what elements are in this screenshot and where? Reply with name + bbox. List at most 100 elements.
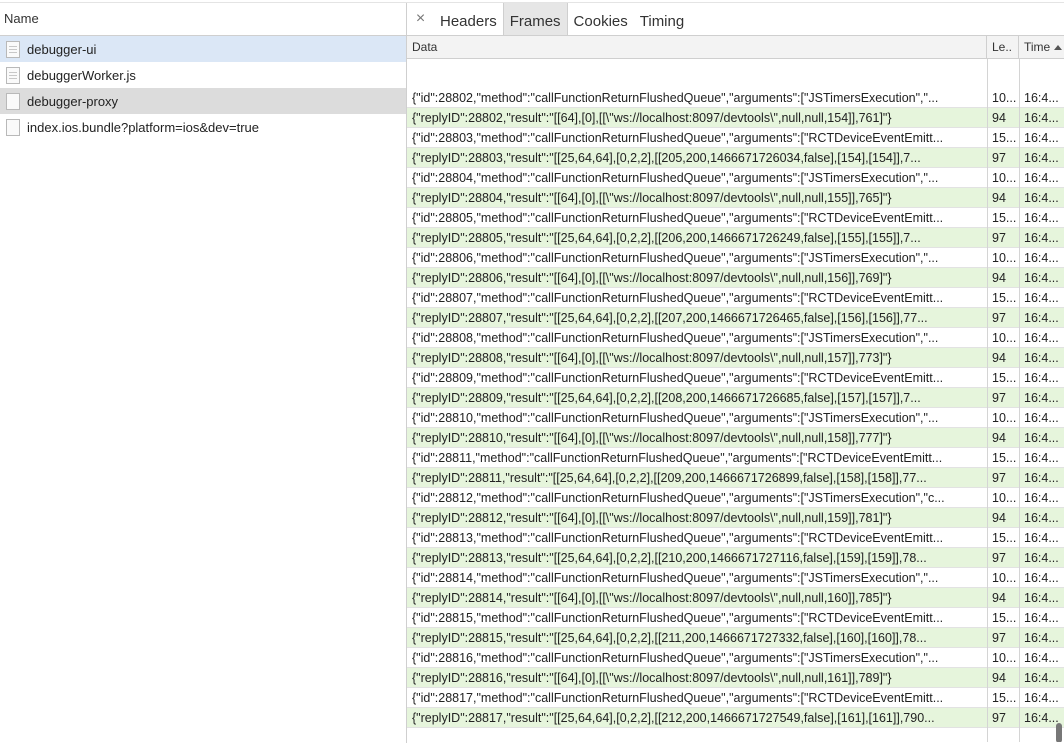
- frame-row[interactable]: {"replyID":28802,"result":"[[64],[0],[[\…: [407, 108, 1064, 128]
- frame-length-cell: 15...: [992, 611, 1017, 625]
- frame-data-cell: {"id":28812,"method":"callFunctionReturn…: [412, 491, 945, 505]
- frame-row[interactable]: {"replyID":28811,"result":"[[25,64,64],[…: [407, 468, 1064, 488]
- frame-row[interactable]: {"id":28805,"method":"callFunctionReturn…: [407, 208, 1064, 228]
- frame-row[interactable]: {"replyID":28809,"result":"[[25,64,64],[…: [407, 388, 1064, 408]
- frame-row[interactable]: {"id":28804,"method":"callFunctionReturn…: [407, 168, 1064, 188]
- name-column-header[interactable]: Name: [0, 3, 406, 36]
- frames-table-header: Data Le.. Time: [407, 36, 1064, 59]
- frame-row[interactable]: {"replyID":28814,"result":"[[64],[0],[[\…: [407, 588, 1064, 608]
- frame-row[interactable]: {"replyID":28813,"result":"[[25,64,64],[…: [407, 548, 1064, 568]
- frame-row[interactable]: {"id":28807,"method":"callFunctionReturn…: [407, 288, 1064, 308]
- frame-row[interactable]: {"replyID":28816,"result":"[[64],[0],[[\…: [407, 668, 1064, 688]
- frame-data-cell: {"replyID":28806,"result":"[[64],[0],[[\…: [412, 271, 892, 285]
- frame-length-cell: 97: [992, 311, 1006, 325]
- frame-data-cell: {"id":28811,"method":"callFunctionReturn…: [412, 451, 943, 465]
- length-column-header[interactable]: Le..: [987, 36, 1019, 58]
- frame-row[interactable]: {"replyID":28812,"result":"[[64],[0],[[\…: [407, 508, 1064, 528]
- frame-row[interactable]: {"id":28811,"method":"callFunctionReturn…: [407, 448, 1064, 468]
- frame-row[interactable]: {"replyID":28815,"result":"[[25,64,64],[…: [407, 628, 1064, 648]
- frame-time-cell: 16:4...: [1024, 631, 1059, 645]
- frame-data-cell: {"id":28814,"method":"callFunctionReturn…: [412, 571, 939, 585]
- frame-row[interactable]: {"id":28814,"method":"callFunctionReturn…: [407, 568, 1064, 588]
- frame-time-cell: 16:4...: [1024, 611, 1059, 625]
- frame-time-cell: 16:4...: [1024, 371, 1059, 385]
- sort-ascending-icon: [1054, 45, 1062, 50]
- frame-row[interactable]: {"id":28812,"method":"callFunctionReturn…: [407, 488, 1064, 508]
- frame-data-cell: {"id":28807,"method":"callFunctionReturn…: [412, 291, 944, 305]
- file-name: index.ios.bundle?platform=ios&dev=true: [27, 119, 259, 135]
- frame-length-cell: 15...: [992, 371, 1017, 385]
- frame-data-cell: {"id":28803,"method":"callFunctionReturn…: [412, 131, 944, 145]
- frame-row[interactable]: {"id":28802,"method":"callFunctionReturn…: [407, 88, 1064, 108]
- file-name: debugger-ui: [27, 41, 97, 57]
- frame-time-cell: 16:4...: [1024, 671, 1059, 685]
- frame-length-cell: 15...: [992, 291, 1017, 305]
- frame-time-cell: 16:4...: [1024, 171, 1059, 185]
- frame-data-cell: {"id":28809,"method":"callFunctionReturn…: [412, 371, 944, 385]
- frame-row[interactable]: {"replyID":28817,"result":"[[25,64,64],[…: [407, 708, 1064, 728]
- frame-data-cell: {"replyID":28814,"result":"[[64],[0],[[\…: [412, 591, 892, 605]
- frame-row[interactable]: {"replyID":28806,"result":"[[64],[0],[[\…: [407, 268, 1064, 288]
- frame-length-cell: 10...: [992, 171, 1017, 185]
- frames-table-body[interactable]: {"id":28802,"method":"callFunctionReturn…: [407, 59, 1064, 742]
- frame-time-cell: 16:4...: [1024, 591, 1059, 605]
- frame-length-cell: 10...: [992, 411, 1017, 425]
- file-item[interactable]: index.ios.bundle?platform=ios&dev=true: [0, 114, 406, 140]
- frame-data-cell: {"id":28806,"method":"callFunctionReturn…: [412, 251, 939, 265]
- frame-row[interactable]: {"replyID":28803,"result":"[[25,64,64],[…: [407, 148, 1064, 168]
- frame-length-cell: 94: [992, 431, 1006, 445]
- frame-length-cell: 94: [992, 671, 1006, 685]
- frame-row[interactable]: {"id":28809,"method":"callFunctionReturn…: [407, 368, 1064, 388]
- frame-row[interactable]: {"id":28806,"method":"callFunctionReturn…: [407, 248, 1064, 268]
- frame-time-cell: 16:4...: [1024, 211, 1059, 225]
- frame-time-cell: 16:4...: [1024, 551, 1059, 565]
- frame-length-cell: 97: [992, 471, 1006, 485]
- frame-row[interactable]: {"id":28803,"method":"callFunctionReturn…: [407, 128, 1064, 148]
- frame-row[interactable]: {"replyID":28810,"result":"[[64],[0],[[\…: [407, 428, 1064, 448]
- frame-row[interactable]: {"id":28808,"method":"callFunctionReturn…: [407, 328, 1064, 348]
- frame-row[interactable]: {"replyID":28807,"result":"[[25,64,64],[…: [407, 308, 1064, 328]
- frame-data-cell: {"id":28813,"method":"callFunctionReturn…: [412, 531, 944, 545]
- time-column-header[interactable]: Time: [1019, 36, 1064, 58]
- frame-length-cell: 97: [992, 631, 1006, 645]
- frame-length-cell: 97: [992, 151, 1006, 165]
- frame-length-cell: 15...: [992, 131, 1017, 145]
- frame-data-cell: {"id":28817,"method":"callFunctionReturn…: [412, 691, 944, 705]
- file-name: debuggerWorker.js: [27, 67, 136, 83]
- frame-row[interactable]: {"replyID":28808,"result":"[[64],[0],[[\…: [407, 348, 1064, 368]
- frame-data-cell: {"id":28808,"method":"callFunctionReturn…: [412, 331, 939, 345]
- frame-length-cell: 15...: [992, 691, 1017, 705]
- details-tabbar: × Headers Frames Cookies Timing: [407, 3, 1064, 36]
- tab-cookies[interactable]: Cookies: [568, 3, 634, 35]
- file-item[interactable]: debuggerWorker.js: [0, 62, 406, 88]
- frame-length-cell: 97: [992, 231, 1006, 245]
- frame-row[interactable]: {"id":28817,"method":"callFunctionReturn…: [407, 688, 1064, 708]
- frame-data-cell: {"replyID":28810,"result":"[[64],[0],[[\…: [412, 431, 892, 445]
- tab-timing[interactable]: Timing: [634, 3, 690, 35]
- file-item[interactable]: debugger-proxy: [0, 88, 406, 114]
- frame-row[interactable]: {"id":28815,"method":"callFunctionReturn…: [407, 608, 1064, 628]
- scrollbar-thumb[interactable]: [1056, 723, 1062, 742]
- data-column-header[interactable]: Data: [407, 36, 987, 58]
- frame-time-cell: 16:4...: [1024, 451, 1059, 465]
- frame-time-cell: 16:4...: [1024, 431, 1059, 445]
- frame-row[interactable]: {"id":28810,"method":"callFunctionReturn…: [407, 408, 1064, 428]
- frame-data-cell: {"replyID":28812,"result":"[[64],[0],[[\…: [412, 511, 892, 525]
- frame-time-cell: 16:4...: [1024, 271, 1059, 285]
- frame-length-cell: 10...: [992, 251, 1017, 265]
- close-icon[interactable]: ×: [407, 3, 434, 35]
- frame-row[interactable]: {"replyID":28805,"result":"[[25,64,64],[…: [407, 228, 1064, 248]
- frame-length-cell: 15...: [992, 451, 1017, 465]
- tab-frames[interactable]: Frames: [502, 3, 568, 35]
- frame-length-cell: 10...: [992, 331, 1017, 345]
- frame-length-cell: 97: [992, 551, 1006, 565]
- frame-data-cell: {"id":28805,"method":"callFunctionReturn…: [412, 211, 944, 225]
- frame-row[interactable]: {"replyID":28804,"result":"[[64],[0],[[\…: [407, 188, 1064, 208]
- tab-headers[interactable]: Headers: [434, 3, 503, 35]
- document-icon: [6, 119, 20, 136]
- frame-row[interactable]: {"id":28816,"method":"callFunctionReturn…: [407, 648, 1064, 668]
- frame-time-cell: 16:4...: [1024, 531, 1059, 545]
- frame-row[interactable]: {"id":28813,"method":"callFunctionReturn…: [407, 528, 1064, 548]
- frame-data-cell: {"replyID":28807,"result":"[[25,64,64],[…: [412, 311, 928, 325]
- file-item[interactable]: debugger-ui: [0, 36, 406, 62]
